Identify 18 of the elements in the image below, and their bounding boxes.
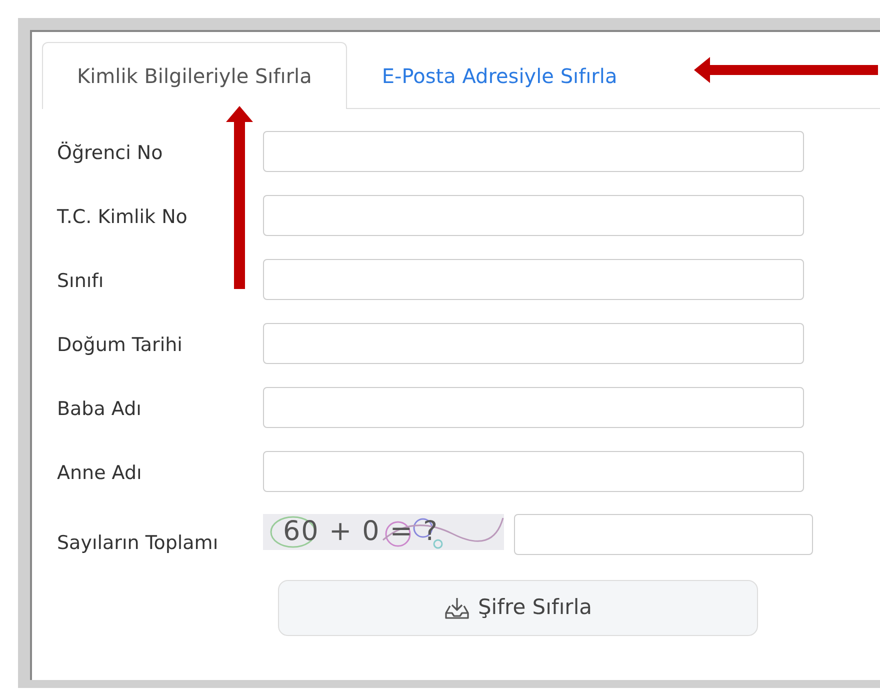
input-field[interactable] bbox=[263, 195, 804, 236]
input-field[interactable] bbox=[263, 387, 804, 428]
input-field[interactable] bbox=[263, 131, 804, 172]
field-label: T.C. Kimlik No bbox=[56, 205, 188, 230]
field-label: Öğrenci No bbox=[56, 140, 164, 166]
input-field[interactable] bbox=[263, 259, 804, 300]
input-field[interactable] bbox=[263, 451, 804, 492]
captcha-answer-field[interactable] bbox=[514, 514, 813, 555]
tab[interactable]: Kimlik Bilgileriyle Sıfırla bbox=[42, 42, 347, 109]
field-label: Sınıfı bbox=[56, 269, 105, 294]
field-label: Doğum Tarihi bbox=[56, 333, 184, 358]
reset-password-button[interactable]: Şifre Sıfırla bbox=[278, 580, 758, 636]
input-field[interactable] bbox=[263, 323, 804, 364]
tab[interactable]: E-Posta Adresiyle Sıfırla bbox=[346, 42, 652, 109]
field-label: Baba Adı bbox=[56, 397, 142, 422]
field-label: Sayıların Toplamı bbox=[56, 531, 220, 556]
field-label: Anne Adı bbox=[56, 461, 143, 486]
download-tray-icon bbox=[444, 596, 470, 620]
